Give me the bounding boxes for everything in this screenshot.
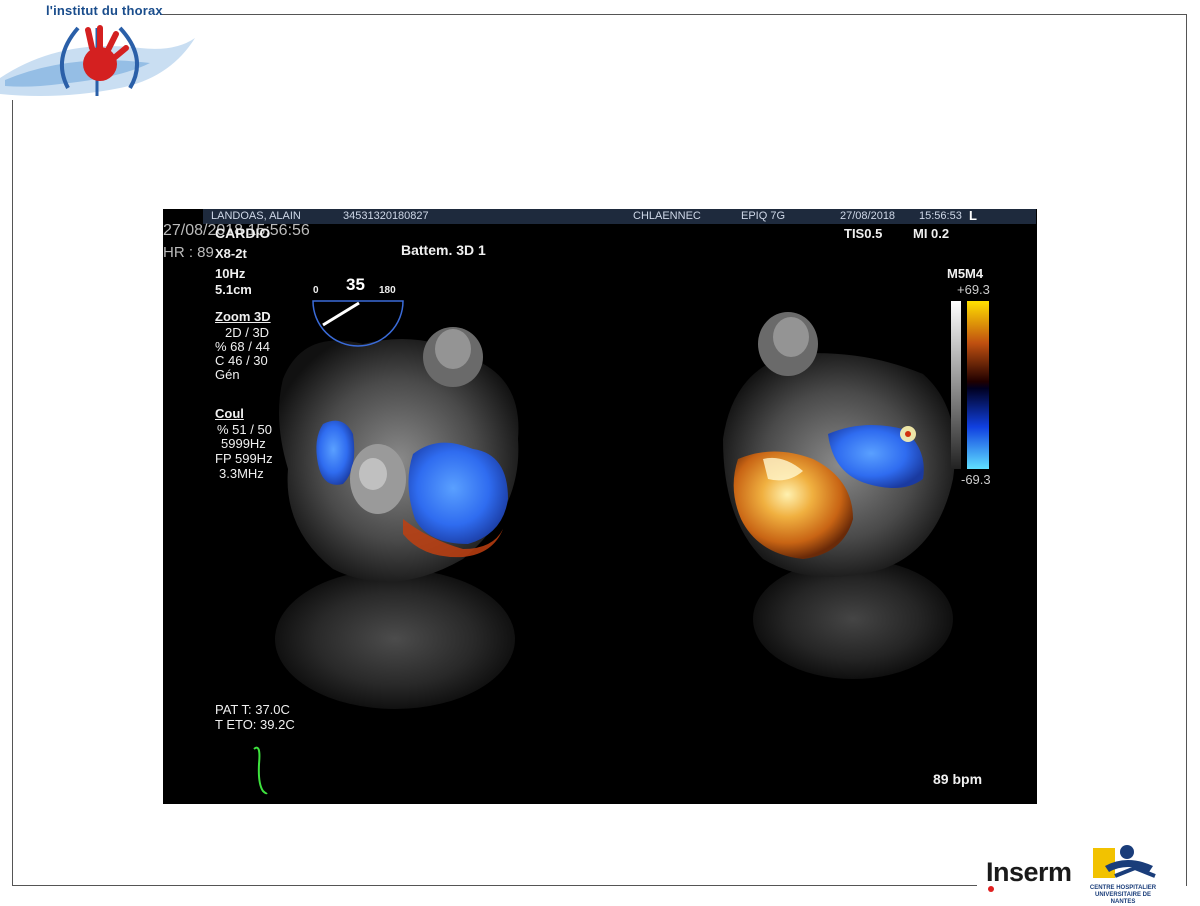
ultrasound-image: LANDOAS, ALAIN 34531320180827 CHLAENNEC … xyxy=(163,209,1037,804)
overlay-depth: 5.1cm xyxy=(215,282,252,297)
color-line: FP 599Hz xyxy=(215,451,273,466)
temperature-line: PAT T: 37.0C xyxy=(215,702,290,717)
inserm-dot xyxy=(988,886,994,892)
color-line: 5999Hz xyxy=(221,436,266,451)
color-doppler-title: Coul xyxy=(215,406,244,421)
scale-max: +69.3 xyxy=(957,282,990,297)
angle-value: 35 xyxy=(346,275,365,294)
angle-max: 180 xyxy=(379,285,396,296)
institut-du-thorax-logo xyxy=(0,18,200,100)
chu-line-1: CENTRE HOSPITALIER xyxy=(1089,885,1157,891)
color-line: % 51 / 50 xyxy=(217,422,272,437)
frame-line-left xyxy=(12,100,13,886)
patient-info-bar xyxy=(203,209,1036,224)
zoom-line: % 68 / 44 xyxy=(215,339,270,354)
temperature-line: T ETO: 39.2C xyxy=(215,717,295,732)
probe-angle-indicator xyxy=(312,300,404,347)
patient-name: LANDOAS, ALAIN xyxy=(211,210,301,222)
zoom-line: Gén xyxy=(215,367,240,382)
zoom-line: C 46 / 30 xyxy=(215,353,268,368)
zoom-line: 2D / 3D xyxy=(225,325,270,340)
zoom-3d-title: Zoom 3D xyxy=(215,309,271,324)
hospital-name: CHLAENNEC xyxy=(633,210,701,222)
color-map-label: M5M4 xyxy=(947,266,984,281)
color-velocity-scale xyxy=(951,301,989,469)
color-line: 3.3MHz xyxy=(219,466,264,481)
chu-line-2: UNIVERSITAIRE DE NANTES xyxy=(1095,892,1151,905)
system-name: EPIQ 7G xyxy=(741,210,786,222)
overlay-probe: X8-2t xyxy=(215,246,247,261)
angle-min: 0 xyxy=(313,285,319,296)
exam-time: 15:56:53 xyxy=(919,210,962,222)
scale-min: -69.3 xyxy=(961,472,991,487)
frame-line-bottom xyxy=(12,885,977,886)
overlay-frame-rate: 10Hz xyxy=(215,266,246,281)
chu-nantes-text: CENTRE HOSPITALIER UNIVERSITAIRE DE NANT… xyxy=(1083,885,1163,906)
bpm-readout: 89 bpm xyxy=(933,771,983,787)
inserm-logo: Inserm xyxy=(986,857,1072,887)
thermal-index: TIS0.5 xyxy=(844,226,883,241)
mechanical-index: MI 0.2 xyxy=(913,226,950,241)
corner-marker: L xyxy=(969,209,977,223)
echo-3d-render xyxy=(253,300,989,795)
frame-line-top xyxy=(160,14,1187,15)
ecg-trace xyxy=(253,746,268,795)
overlay-heart-rate: HR : 89 xyxy=(163,244,214,261)
frame-line-right xyxy=(1186,14,1187,886)
patient-id: 34531320180827 xyxy=(343,210,429,222)
overlay-mode: CARDIO xyxy=(215,225,271,241)
exam-date: 27/08/2018 xyxy=(840,210,896,222)
view-label: Battem. 3D 1 xyxy=(401,242,486,258)
institut-du-thorax-title: l'institut du thorax xyxy=(46,3,163,18)
